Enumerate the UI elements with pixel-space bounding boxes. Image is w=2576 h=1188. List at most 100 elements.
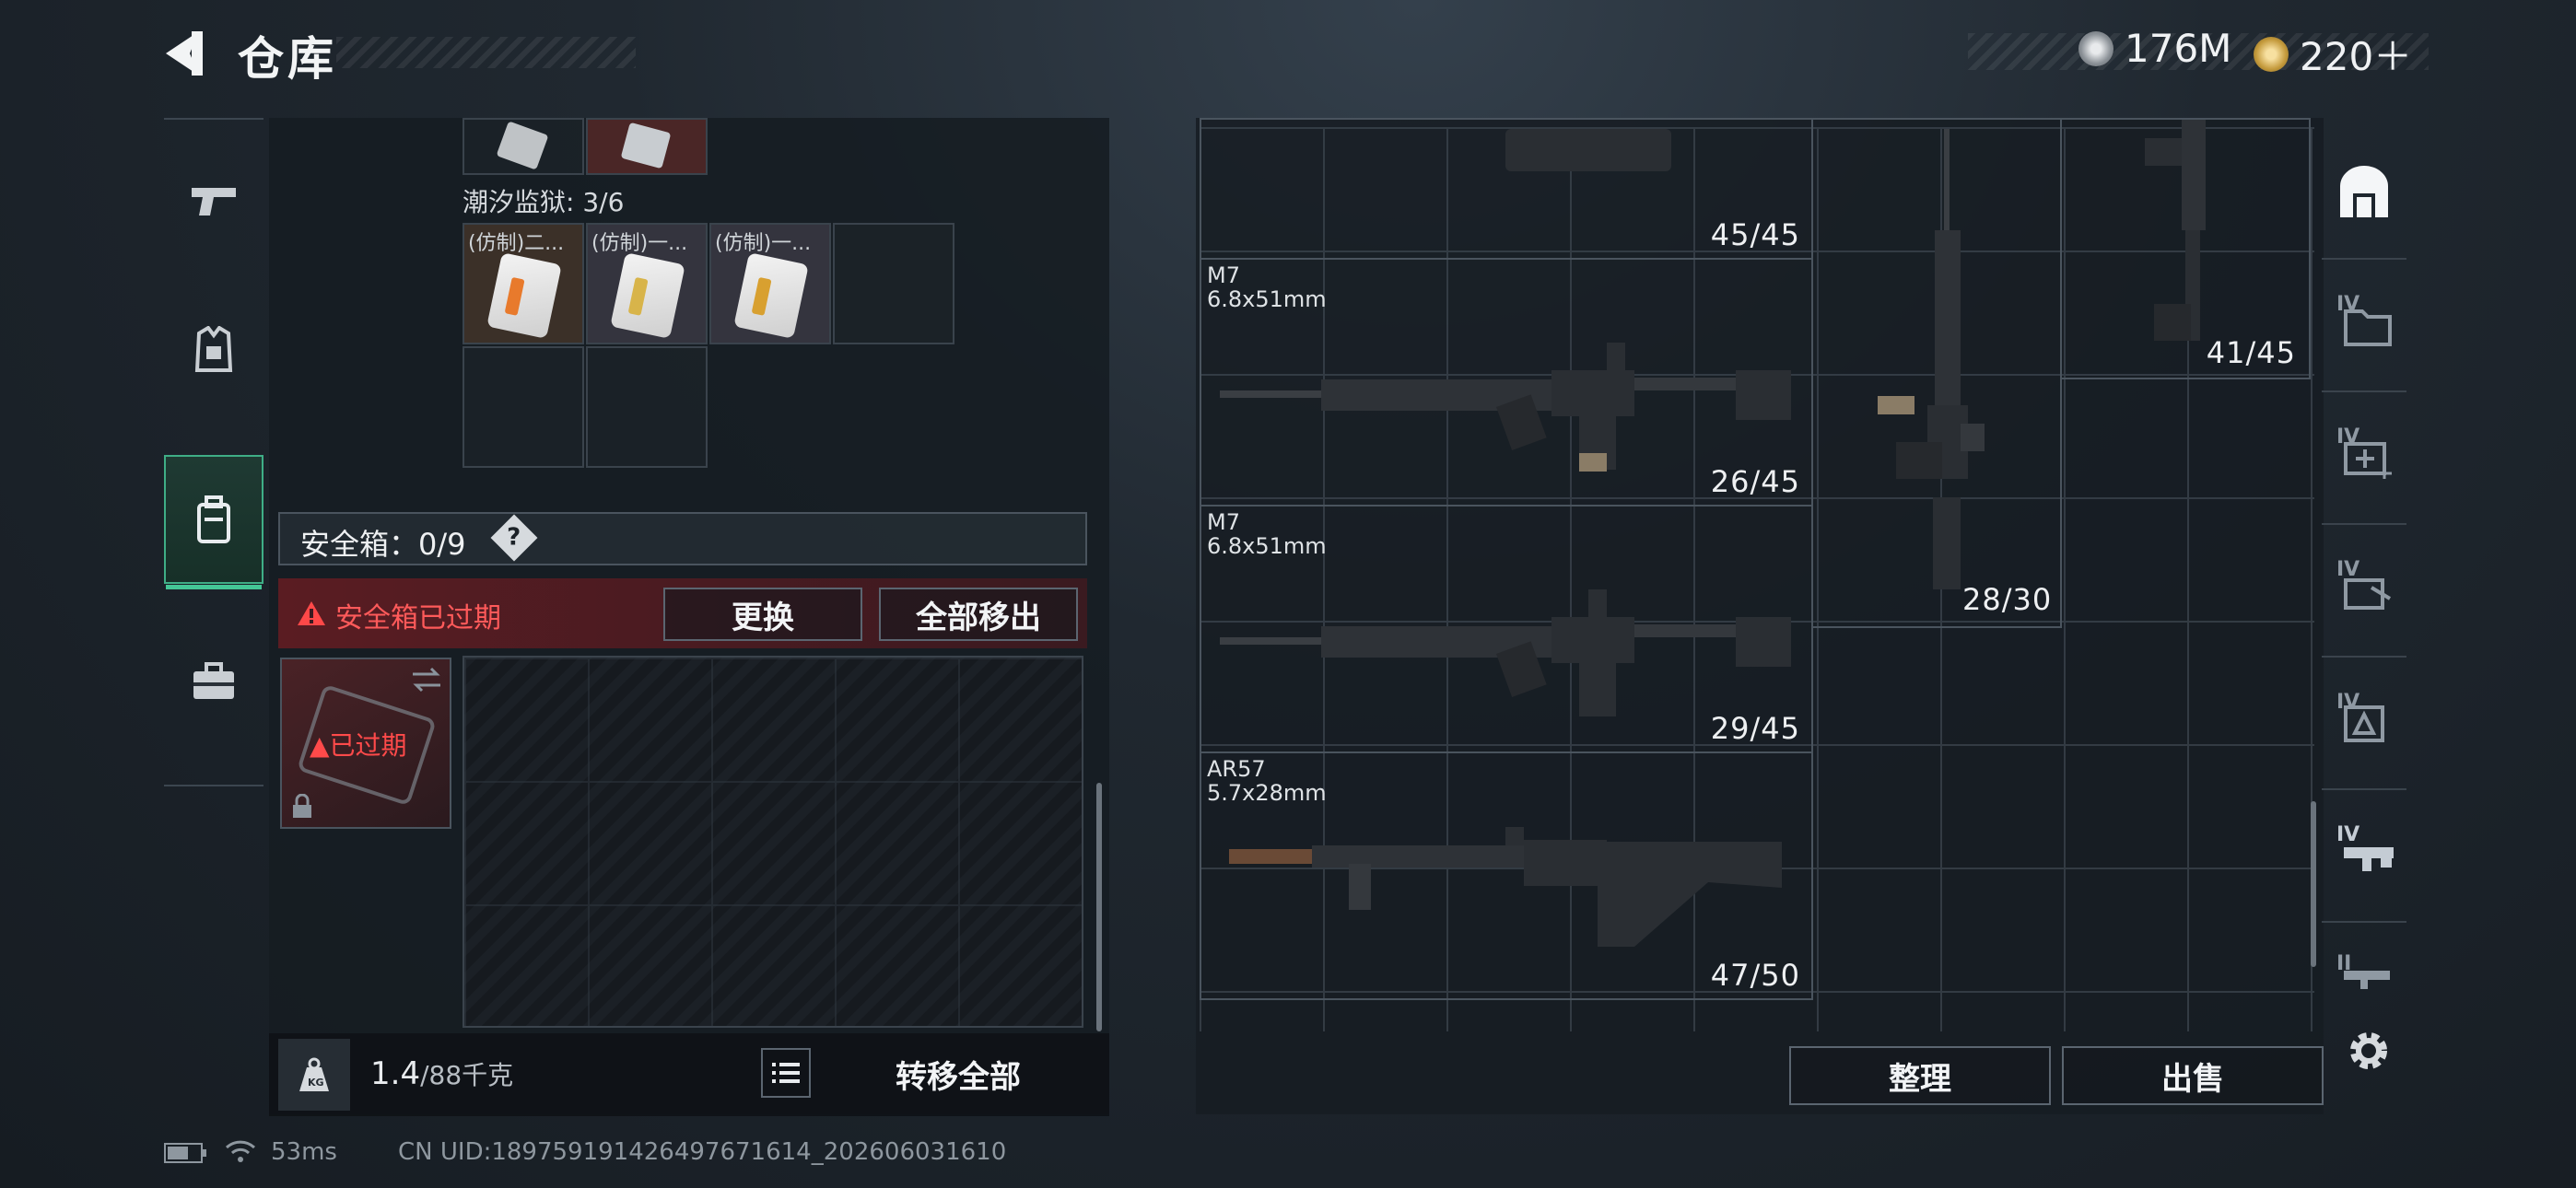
safebox-grid[interactable] [463,656,1083,1028]
weight-icon: KG [278,1039,350,1111]
weapon-item[interactable]: 28/30 [1811,118,2062,628]
weapon-item[interactable]: M7 6.8x51mm 29/45 [1200,505,1813,753]
help-icon[interactable]: ? [490,514,538,562]
divider [2322,390,2406,392]
item-label: (仿制)一... [591,232,688,255]
divider [2322,523,2406,525]
section-label: 潮汐监狱: 3/6 [463,187,625,217]
rifle-icon [2145,120,2206,341]
weapon-count: 47/50 [1710,958,1800,993]
divider [2322,788,2406,790]
warning-icon: ▲ [310,730,330,761]
expired-warning-text: 安全箱已过期 [335,602,501,635]
expired-status: ▲已过期 [310,726,407,763]
rifle-icon [1220,343,1791,472]
wifi-icon [225,1140,256,1162]
divider [2322,258,2406,260]
keycard-icon [486,252,562,339]
sort-button[interactable]: 整理 [1789,1046,2051,1105]
armor-icon [2344,705,2384,742]
item-label: (仿制)二... [468,232,565,255]
title-decoration [336,37,636,68]
warehouse-tab-6[interactable]: II [2336,952,2395,991]
remove-all-button[interactable]: 全部移出 [879,588,1078,641]
item-label: (仿制)一... [715,232,812,255]
gun-icon [2344,847,2394,871]
medkit-icon [2344,442,2392,479]
empty-slot[interactable] [586,346,708,468]
currency-value: 176M [2125,26,2232,71]
item-card[interactable]: (仿制)一... [586,223,708,344]
nav-item-backpack[interactable] [164,455,263,589]
currency-silver[interactable]: 176M [2078,26,2231,71]
empty-slot[interactable] [833,223,954,344]
list-icon[interactable] [761,1048,811,1098]
warehouse-icon [2340,166,2388,217]
weapon-item[interactable]: AR57 5.7x28mm 47/50 [1200,751,1813,1000]
warehouse-tab-5[interactable]: IV [2336,823,2395,880]
warehouse-tab-3[interactable]: IV [2336,558,2395,615]
page-title: 仓库 [238,32,337,86]
item-slot[interactable] [463,118,584,175]
weapon-name: AR57 [1207,756,1266,782]
transfer-all-button[interactable]: 转移全部 [857,1052,1060,1098]
scrollbar[interactable] [2311,801,2316,967]
nav-item-tools[interactable] [164,617,263,746]
toolbox-icon [193,662,234,699]
replace-button[interactable]: 更换 [663,588,862,641]
rifle-icon [1878,129,1985,589]
category-nav [164,118,263,786]
weight-readout: 1.4/88千克 [370,1055,513,1092]
gun-icon [2344,971,2390,989]
weapon-name: M7 [1207,262,1240,288]
expired-status-text: 已过期 [329,730,407,761]
warehouse-tab-1[interactable]: IV [2336,293,2395,350]
empty-slot[interactable] [463,346,584,468]
back-arrow-icon[interactable] [158,26,210,81]
backpack-icon [197,495,230,543]
weapon-count: 45/45 [1710,217,1800,252]
keycard-icon [733,252,809,339]
safebox-item[interactable]: ▲已过期 [280,658,451,829]
gear-icon[interactable] [2344,1026,2394,1076]
scrollbar[interactable] [1096,783,1102,1031]
keycard-icon [610,252,685,339]
weapon-ammo: 5.7x28mm [1207,780,1327,806]
vest-icon [194,326,233,372]
warehouse-tab-2[interactable]: IV [2336,425,2395,483]
warehouse-tab-main[interactable] [2336,166,2392,221]
weapon-count: 26/45 [1710,464,1800,499]
weapon-count: 41/45 [2206,335,2296,370]
ping-text: 53ms [271,1138,337,1166]
svg-text:KG: KG [308,1077,324,1089]
weapon-icon [1505,129,1671,171]
weapon-item[interactable]: 41/45 [2060,118,2311,379]
currency-value: 220＋ [2300,34,2413,79]
nav-item-armor[interactable] [164,285,263,414]
weapon-item[interactable]: 45/45 [1200,118,1813,260]
currency-gold[interactable]: 220＋ [2254,26,2412,82]
divider [2322,921,2406,923]
item-slot[interactable] [586,118,708,175]
item-card[interactable]: (仿制)二... [463,223,584,344]
lock-icon [293,794,311,818]
help-glyph: ? [507,524,521,552]
weight-value: 1.4 [370,1055,421,1092]
warehouse-tab-4[interactable]: IV [2336,691,2395,748]
pistol-icon [192,188,236,215]
rifle-icon [1220,589,1791,716]
sell-button[interactable]: 出售 [2062,1046,2324,1105]
nav-item-weapons[interactable] [164,136,263,265]
weight-capacity: /88千克 [420,1060,514,1090]
swap-icon[interactable] [411,667,442,693]
uid-text: CN UID:18975919142649767161​4_2026060316… [398,1138,1007,1166]
safebox-label: 安全箱：0/9 [300,527,466,562]
weapon-count: 28/30 [1962,582,2053,617]
supplies-icon [2344,578,2392,610]
folder-icon [2344,309,2392,346]
weapon-item[interactable]: M7 6.8x51mm 26/45 [1200,258,1813,507]
warning-icon [298,601,325,625]
divider [2322,656,2406,658]
gold-coin-icon [2254,36,2289,72]
item-card[interactable]: (仿制)一... [709,223,831,344]
